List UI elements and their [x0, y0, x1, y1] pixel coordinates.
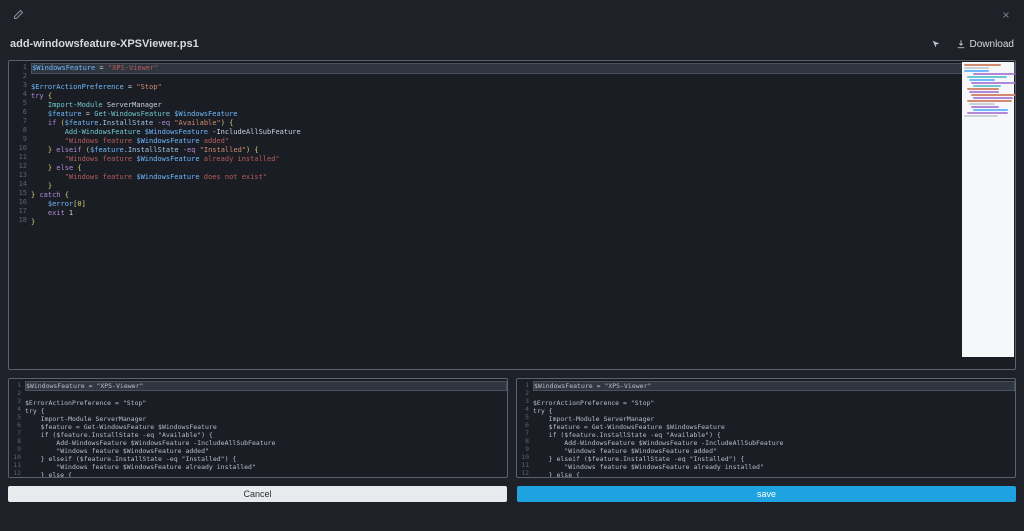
edit-icon[interactable] [8, 5, 28, 25]
pane-code-right[interactable]: $WindowsFeature = "XPS-Viewer" $ErrorAct… [533, 379, 1015, 477]
header-row: add-windowsfeature-XPSViewer.ps1 Downloa… [0, 30, 1024, 60]
cancel-button[interactable]: Cancel [8, 486, 507, 502]
page-title: add-windowsfeature-XPSViewer.ps1 [10, 38, 199, 50]
top-bar [0, 0, 1024, 30]
main-code-editor[interactable]: 123456789101112131415161718 $WindowsFeat… [8, 60, 1016, 370]
diff-pane-right[interactable]: 12345678910111213 $WindowsFeature = "XPS… [516, 378, 1016, 478]
pane-code-left[interactable]: $WindowsFeature = "XPS-Viewer" $ErrorAct… [25, 379, 507, 477]
minimap[interactable] [962, 62, 1014, 357]
download-label: Download [970, 39, 1014, 50]
save-button[interactable]: save [517, 486, 1016, 502]
pane-gutter-left: 12345678910111213 [9, 379, 25, 477]
diff-pane-left[interactable]: 12345678910111213 $WindowsFeature = "XPS… [8, 378, 508, 478]
bottom-diff-panes: 12345678910111213 $WindowsFeature = "XPS… [8, 378, 1016, 478]
button-row: Cancel save [8, 486, 1016, 502]
download-button[interactable]: Download [956, 39, 1014, 50]
pane-gutter-right: 12345678910111213 [517, 379, 533, 477]
line-gutter: 123456789101112131415161718 [9, 61, 31, 369]
close-icon[interactable] [996, 5, 1016, 25]
cursor-icon [926, 34, 946, 54]
code-content[interactable]: $WindowsFeature = "XPS-Viewer" $ErrorAct… [31, 61, 1015, 369]
